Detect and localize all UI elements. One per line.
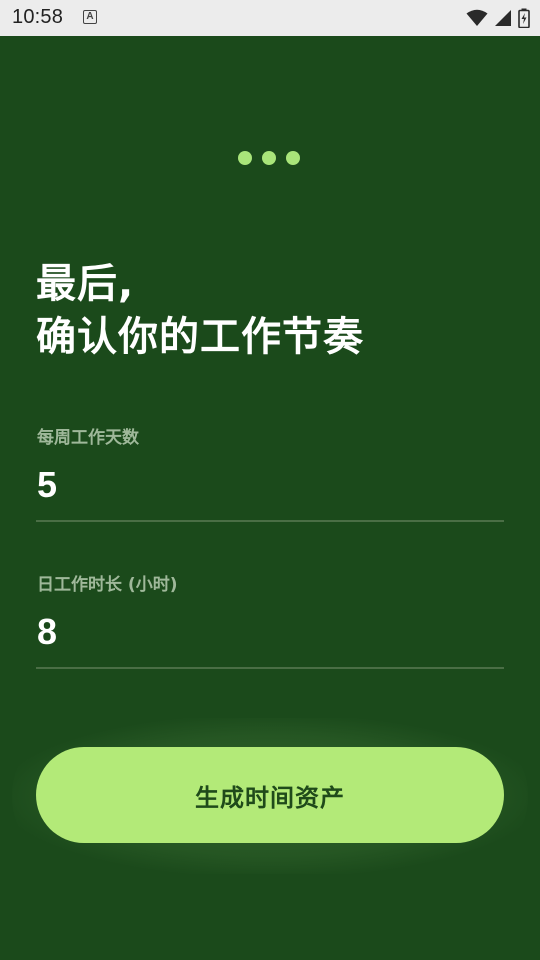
title-line-1: 最后, xyxy=(36,261,135,307)
hours-per-day-input[interactable] xyxy=(37,611,497,653)
wifi-icon xyxy=(466,9,488,26)
status-bar: 10:58 A xyxy=(0,0,540,36)
battery-icon xyxy=(518,8,530,28)
generate-time-assets-button[interactable]: 生成时间资产 xyxy=(36,747,504,843)
step-indicator xyxy=(238,151,300,165)
title-line-2: 确认你的工作节奏 xyxy=(36,314,364,360)
days-per-week-input[interactable] xyxy=(37,464,497,506)
days-per-week-label: 每周工作天数 xyxy=(37,428,139,448)
status-icons xyxy=(466,7,530,29)
status-time: 10:58 xyxy=(12,6,64,28)
page-title: 最后, 确认你的工作节奏 xyxy=(36,258,364,364)
signal-icon xyxy=(495,10,511,26)
step-dot xyxy=(262,151,276,165)
hours-per-day-label: 日工作时长 (小时) xyxy=(37,575,178,595)
notification-app-icon: A xyxy=(83,10,97,24)
hours-per-day-underline xyxy=(36,667,504,669)
days-per-week-underline xyxy=(36,520,504,522)
step-dot xyxy=(238,151,252,165)
step-dot xyxy=(286,151,300,165)
